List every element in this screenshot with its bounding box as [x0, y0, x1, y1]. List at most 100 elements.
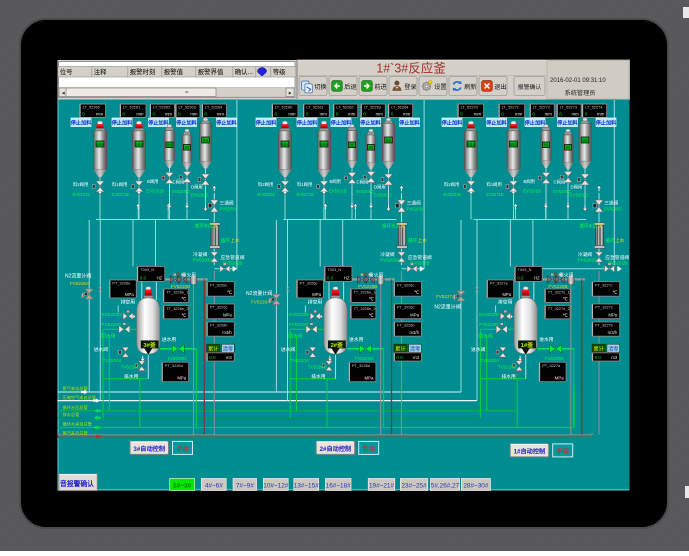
svg-text:停止加料: 停止加料	[557, 118, 579, 126]
svg-text:0: 0	[178, 112, 181, 117]
svg-text:4#~6#: 4#~6#	[205, 483, 223, 490]
svg-text:0: 0	[460, 112, 463, 117]
svg-text:确认...: 确认...	[235, 67, 253, 76]
svg-text:停止加料: 停止加料	[256, 118, 278, 126]
svg-text:FV5220B: FV5220B	[548, 284, 567, 289]
svg-text:FT_3226b: FT_3226b	[210, 323, 228, 328]
svg-text:MPa: MPa	[608, 313, 617, 318]
svg-text:LT_52273: LT_52273	[560, 105, 577, 110]
svg-text:0: 0	[363, 112, 366, 117]
svg-text:B阀用: B阀用	[147, 178, 158, 185]
svg-text:上水: 上水	[615, 237, 625, 243]
svg-text:D阀用: D阀用	[374, 183, 386, 190]
svg-text:TT_3226e_2: TT_3226e_2	[166, 306, 188, 311]
svg-text:注释: 注释	[94, 67, 107, 76]
svg-text:D阀用: D阀用	[571, 183, 583, 190]
svg-text:0: 0	[532, 112, 535, 117]
svg-text:EV5201D: EV5201D	[570, 192, 588, 197]
svg-text:888: 888	[96, 142, 105, 148]
svg-text:TV5220A: TV5220A	[290, 358, 310, 363]
svg-text:FT_3227c: FT_3227c	[595, 282, 613, 287]
svg-text:EV5220D: EV5220D	[289, 312, 309, 317]
svg-text:1#`3#反应釜: 1#`3#反应釜	[376, 61, 446, 76]
svg-text:排空用: 排空用	[121, 299, 136, 306]
svg-text:m3/h: m3/h	[409, 330, 419, 335]
svg-text:系统管理员: 系统管理员	[565, 89, 596, 97]
svg-text:报警确认: 报警确认	[518, 83, 542, 91]
svg-text:等级: 等级	[273, 67, 286, 76]
svg-text:清零: 清零	[223, 344, 234, 352]
svg-text:88: 88	[203, 139, 209, 144]
svg-text:排空用: 排空用	[498, 299, 513, 306]
svg-text:MPa: MPa	[502, 292, 511, 297]
svg-text:TT_3226e_1: TT_3226e_1	[354, 290, 376, 295]
svg-text:88: 88	[582, 139, 588, 144]
svg-text:0.0: 0.0	[140, 275, 147, 280]
svg-text:循环水来自总管: 循环水来自总管	[63, 421, 92, 428]
svg-text:LT_52261: LT_52261	[123, 105, 140, 110]
svg-text:TV5220C: TV5220C	[498, 364, 518, 369]
svg-text:mm: mm	[217, 112, 225, 117]
svg-text:料2阀用: 料2阀用	[258, 181, 273, 188]
svg-text:◄: ◄	[61, 91, 66, 97]
svg-text:排水用: 排水用	[124, 373, 139, 380]
svg-text:PT_3227c: PT_3227c	[595, 305, 613, 310]
svg-text:LT_52262: LT_52262	[153, 105, 170, 110]
svg-text:停止加料: 停止加料	[112, 118, 134, 126]
svg-text:FT_3226b: FT_3226b	[397, 323, 415, 328]
svg-text:m3/h: m3/h	[608, 330, 618, 335]
svg-text:循环: 循环	[221, 237, 231, 244]
svg-text:EV5201C: EV5201C	[553, 189, 571, 194]
svg-text:EV5201D: EV5201D	[374, 192, 392, 197]
svg-text:回水阀: 回水阀	[101, 332, 116, 339]
svg-text:MPa: MPa	[555, 376, 564, 381]
svg-text:料1阀用: 料1阀用	[487, 181, 502, 188]
svg-text:循环水回: 循环水回	[382, 222, 400, 229]
svg-text:停止加料: 停止加料	[216, 118, 238, 126]
svg-text:蒸汽来自总管: 蒸汽来自总管	[63, 430, 88, 437]
svg-text:TT_3226e_1: TT_3226e_1	[166, 290, 188, 295]
svg-text:进水用: 进水用	[162, 336, 177, 343]
svg-text:mm: mm	[165, 112, 173, 117]
svg-text:88: 88	[543, 145, 549, 149]
svg-text:登录: 登录	[404, 83, 416, 91]
svg-text:888: 888	[467, 142, 476, 148]
svg-text:=: =	[185, 90, 189, 96]
svg-text:FV5220E: FV5220E	[102, 322, 121, 327]
svg-text:手动: 手动	[557, 448, 569, 456]
svg-text:EV5201C: EV5201C	[356, 189, 374, 194]
svg-text:手动: 手动	[176, 445, 188, 453]
svg-text:m3: m3	[226, 355, 233, 360]
svg-text:循环水回: 循环水回	[580, 222, 598, 229]
svg-text:mm: mm	[320, 112, 328, 117]
svg-text:停止加料: 停止加料	[596, 118, 618, 126]
svg-text:水: 水	[598, 222, 603, 228]
svg-text:后退: 后退	[344, 83, 356, 91]
svg-text:PV5202B: PV5202B	[410, 260, 429, 265]
svg-text:0.0: 0.0	[209, 355, 216, 360]
svg-text:料1阀用: 料1阀用	[112, 181, 127, 188]
svg-text:3#自动控制: 3#自动控制	[133, 445, 165, 453]
svg-text:清零: 清零	[410, 344, 421, 352]
svg-text:LT_52264: LT_52264	[205, 105, 223, 110]
svg-text:88: 88	[368, 147, 374, 151]
svg-text:1#自动控制: 1#自动控制	[514, 448, 546, 456]
svg-text:EV5201C: EV5201C	[172, 189, 190, 194]
svg-text:停止加料: 停止加料	[176, 118, 198, 126]
svg-text:报警时刻: 报警时刻	[130, 67, 156, 76]
svg-text:℃: ℃	[369, 313, 374, 318]
svg-text:28#~30#: 28#~30#	[463, 483, 489, 490]
svg-text:EV5201D: EV5201D	[191, 192, 209, 197]
svg-text:刷新: 刷新	[464, 83, 476, 91]
svg-text:N2流量计阀: N2流量计阀	[246, 290, 272, 297]
svg-text:EV5201E: EV5201E	[73, 192, 91, 197]
svg-text:℃: ℃	[227, 290, 232, 295]
svg-text:FV5220B: FV5220B	[358, 284, 377, 289]
svg-text:PV5203A: PV5203A	[578, 257, 598, 262]
svg-text:0: 0	[585, 112, 588, 117]
svg-text:重火用: 重火用	[559, 271, 574, 278]
svg-text:PT_3226d: PT_3226d	[352, 363, 370, 368]
svg-text:LT_52272: LT_52272	[533, 105, 550, 110]
svg-text:PT_3226d: PT_3226d	[165, 363, 183, 368]
svg-text:FV5220B: FV5220B	[171, 284, 190, 289]
